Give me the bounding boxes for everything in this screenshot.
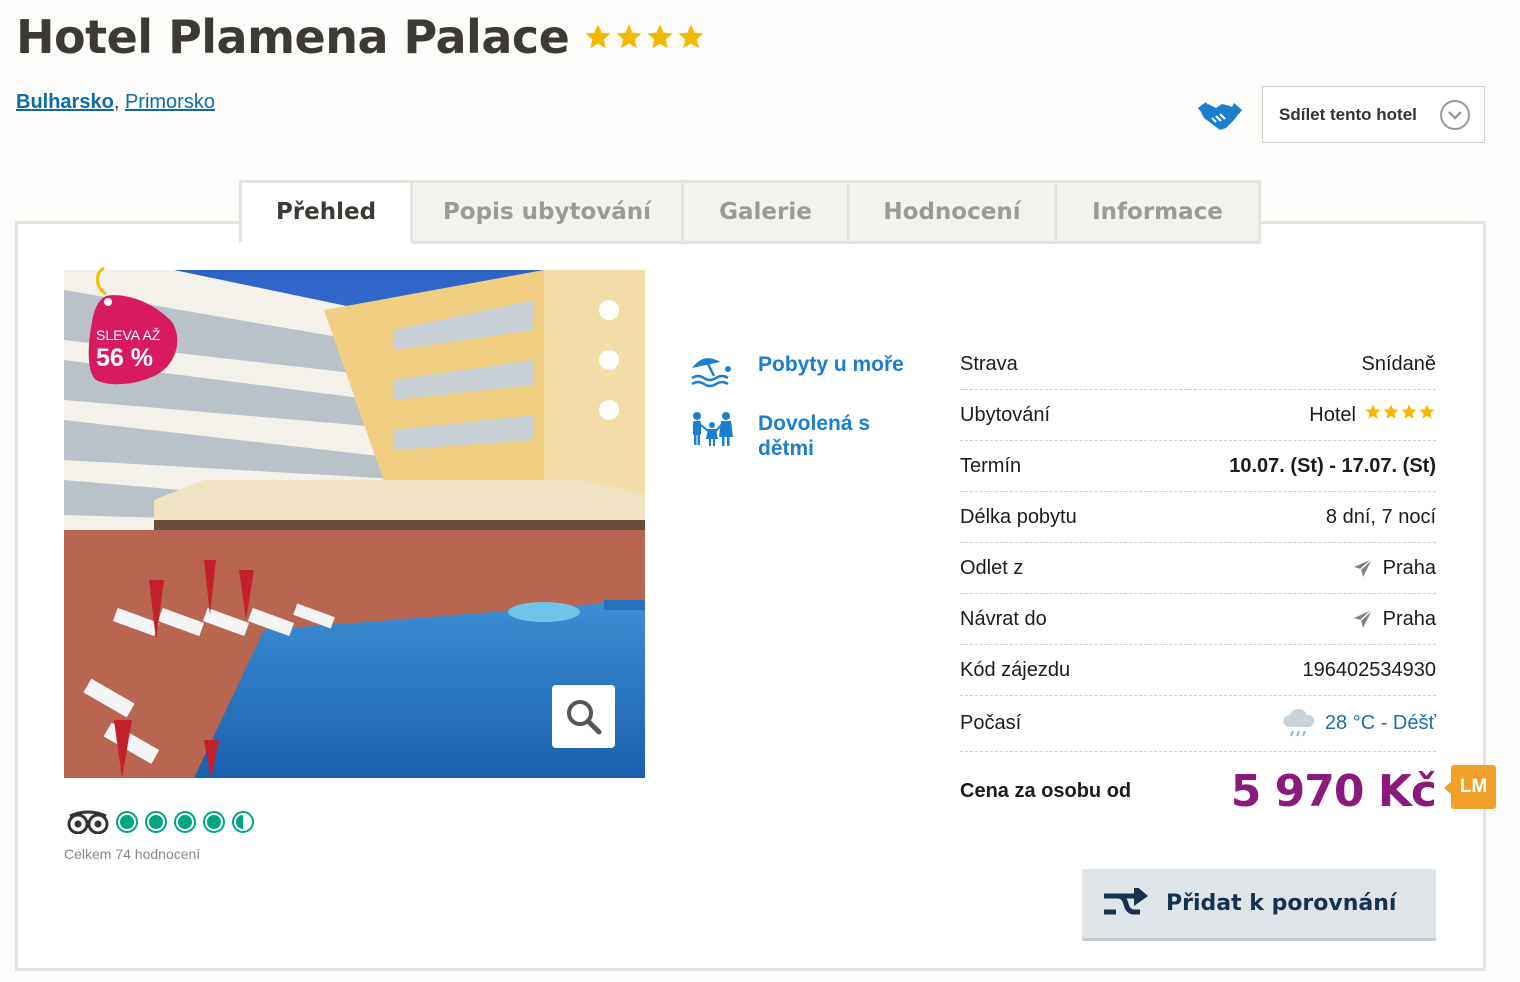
sale-text: SLEVA AŽ 56 % bbox=[96, 328, 160, 371]
info-row-code: Kód zájezdu 196402534930 bbox=[960, 645, 1436, 696]
info-row-departure: Odlet z Praha bbox=[960, 543, 1436, 594]
rating-bubble-icon bbox=[174, 811, 196, 833]
tripadvisor-owl-icon bbox=[67, 810, 109, 834]
info-label: Návrat do bbox=[960, 607, 1047, 630]
airplane-icon bbox=[1353, 609, 1373, 628]
star-icon bbox=[1401, 404, 1417, 419]
info-value: Praha bbox=[1351, 607, 1436, 631]
return-city: Praha bbox=[1382, 607, 1436, 630]
rating-bubble-icon bbox=[203, 811, 225, 833]
accommodation-type: Hotel bbox=[1309, 403, 1356, 426]
feature-label: Dovolená s dětmi bbox=[758, 412, 871, 460]
info-value: 196402534930 bbox=[1302, 658, 1436, 681]
add-to-compare-button[interactable]: Přidat k porovnání bbox=[1082, 869, 1436, 941]
info-label: Délka pobytu bbox=[960, 505, 1077, 528]
tripadvisor-rating[interactable] bbox=[66, 810, 255, 834]
breadcrumb-country-link[interactable]: Bulharsko bbox=[16, 91, 114, 113]
tab-information[interactable]: Informace bbox=[1057, 180, 1261, 244]
info-value: 28 °C - Déšť bbox=[1281, 707, 1436, 741]
compare-arrow-icon bbox=[1104, 887, 1148, 914]
trip-info-table: Strava Snídaně Ubytování Hotel Termín 10… bbox=[960, 339, 1436, 752]
info-label: Odlet z bbox=[960, 556, 1024, 579]
review-count: Celkem 74 hodnocení bbox=[64, 846, 201, 862]
chevron-down-icon bbox=[1440, 99, 1470, 130]
weather-value: 28 °C - Déšť bbox=[1324, 712, 1436, 734]
last-minute-badge: LM bbox=[1444, 765, 1496, 809]
share-hotel-button[interactable]: Sdílet tento hotel bbox=[1262, 86, 1485, 143]
hotel-title: Hotel Plamena Palace bbox=[16, 10, 706, 64]
hotel-stars bbox=[583, 22, 706, 52]
star-icon bbox=[616, 24, 642, 49]
info-row-return: Návrat do Praha bbox=[960, 594, 1436, 645]
departure-city: Praha bbox=[1382, 556, 1436, 579]
feature-label: Pobyty u moře bbox=[758, 353, 904, 376]
star-icon bbox=[678, 24, 704, 49]
tab-gallery[interactable]: Galerie bbox=[684, 180, 850, 244]
info-value: Snídaně bbox=[1361, 352, 1436, 375]
info-row-meal: Strava Snídaně bbox=[960, 339, 1436, 390]
info-label: Počasí bbox=[960, 712, 1022, 734]
info-row-term: Termín 10.07. (St) - 17.07. (St) bbox=[960, 441, 1436, 492]
price-value: 5 970 Kč bbox=[1230, 765, 1437, 817]
tab-bar: Přehled Popis ubytování Galerie Hodnocen… bbox=[239, 180, 1261, 244]
rating-bubble-icon bbox=[116, 811, 138, 833]
hotel-name: Hotel Plamena Palace bbox=[16, 10, 570, 64]
rating-half-bubble-icon bbox=[232, 811, 254, 833]
accommodation-stars bbox=[1364, 403, 1436, 421]
info-label: Kód zájezdu bbox=[960, 658, 1071, 681]
magnifier-icon bbox=[566, 699, 601, 734]
feature-sea-stays[interactable]: Pobyty u moře bbox=[690, 352, 928, 388]
family-icon bbox=[693, 412, 733, 446]
star-icon bbox=[585, 24, 611, 49]
tab-description[interactable]: Popis ubytování bbox=[413, 180, 684, 244]
star-icon bbox=[1419, 404, 1435, 419]
info-row-weather: Počasí 28 °C - Déšť bbox=[960, 696, 1436, 752]
airplane-icon bbox=[1353, 558, 1373, 577]
rain-cloud-icon bbox=[1283, 708, 1314, 736]
feature-family-holidays[interactable]: Dovolená s dětmi bbox=[690, 411, 928, 461]
beach-umbrella-icon bbox=[691, 358, 731, 388]
breadcrumb-separator: , bbox=[113, 91, 120, 113]
info-value: Praha bbox=[1351, 556, 1436, 580]
info-label: Termín bbox=[960, 454, 1022, 477]
zoom-button[interactable] bbox=[552, 685, 615, 748]
info-row-accommodation: Ubytování Hotel bbox=[960, 390, 1436, 441]
info-label: Ubytování bbox=[960, 403, 1051, 426]
info-value: 10.07. (St) - 17.07. (St) bbox=[1229, 454, 1436, 477]
star-icon bbox=[1383, 404, 1399, 419]
breadcrumb-city-link[interactable]: Primorsko bbox=[125, 91, 215, 113]
tab-overview[interactable]: Přehled bbox=[239, 180, 413, 244]
info-row-length: Délka pobytu 8 dní, 7 nocí bbox=[960, 492, 1436, 543]
star-icon bbox=[647, 24, 673, 49]
price-row: Cena za osobu od 5 970 Kč bbox=[960, 760, 1437, 822]
handshake-icon[interactable] bbox=[1198, 96, 1242, 134]
info-label: Strava bbox=[960, 352, 1018, 375]
info-value: 8 dní, 7 nocí bbox=[1325, 505, 1436, 528]
compare-label: Přidat k porovnání bbox=[1166, 891, 1397, 916]
sale-line-1: SLEVA AŽ bbox=[96, 327, 161, 343]
price-label: Cena za osobu od bbox=[960, 779, 1132, 802]
breadcrumb: Bulharsko, Primorsko bbox=[16, 91, 215, 114]
share-label: Sdílet tento hotel bbox=[1279, 104, 1417, 124]
star-icon bbox=[1365, 404, 1381, 419]
sale-line-2: 56 % bbox=[96, 344, 153, 372]
info-value: Hotel bbox=[1309, 404, 1436, 427]
tab-reviews[interactable]: Hodnocení bbox=[850, 180, 1057, 244]
rating-bubble-icon bbox=[145, 811, 167, 833]
